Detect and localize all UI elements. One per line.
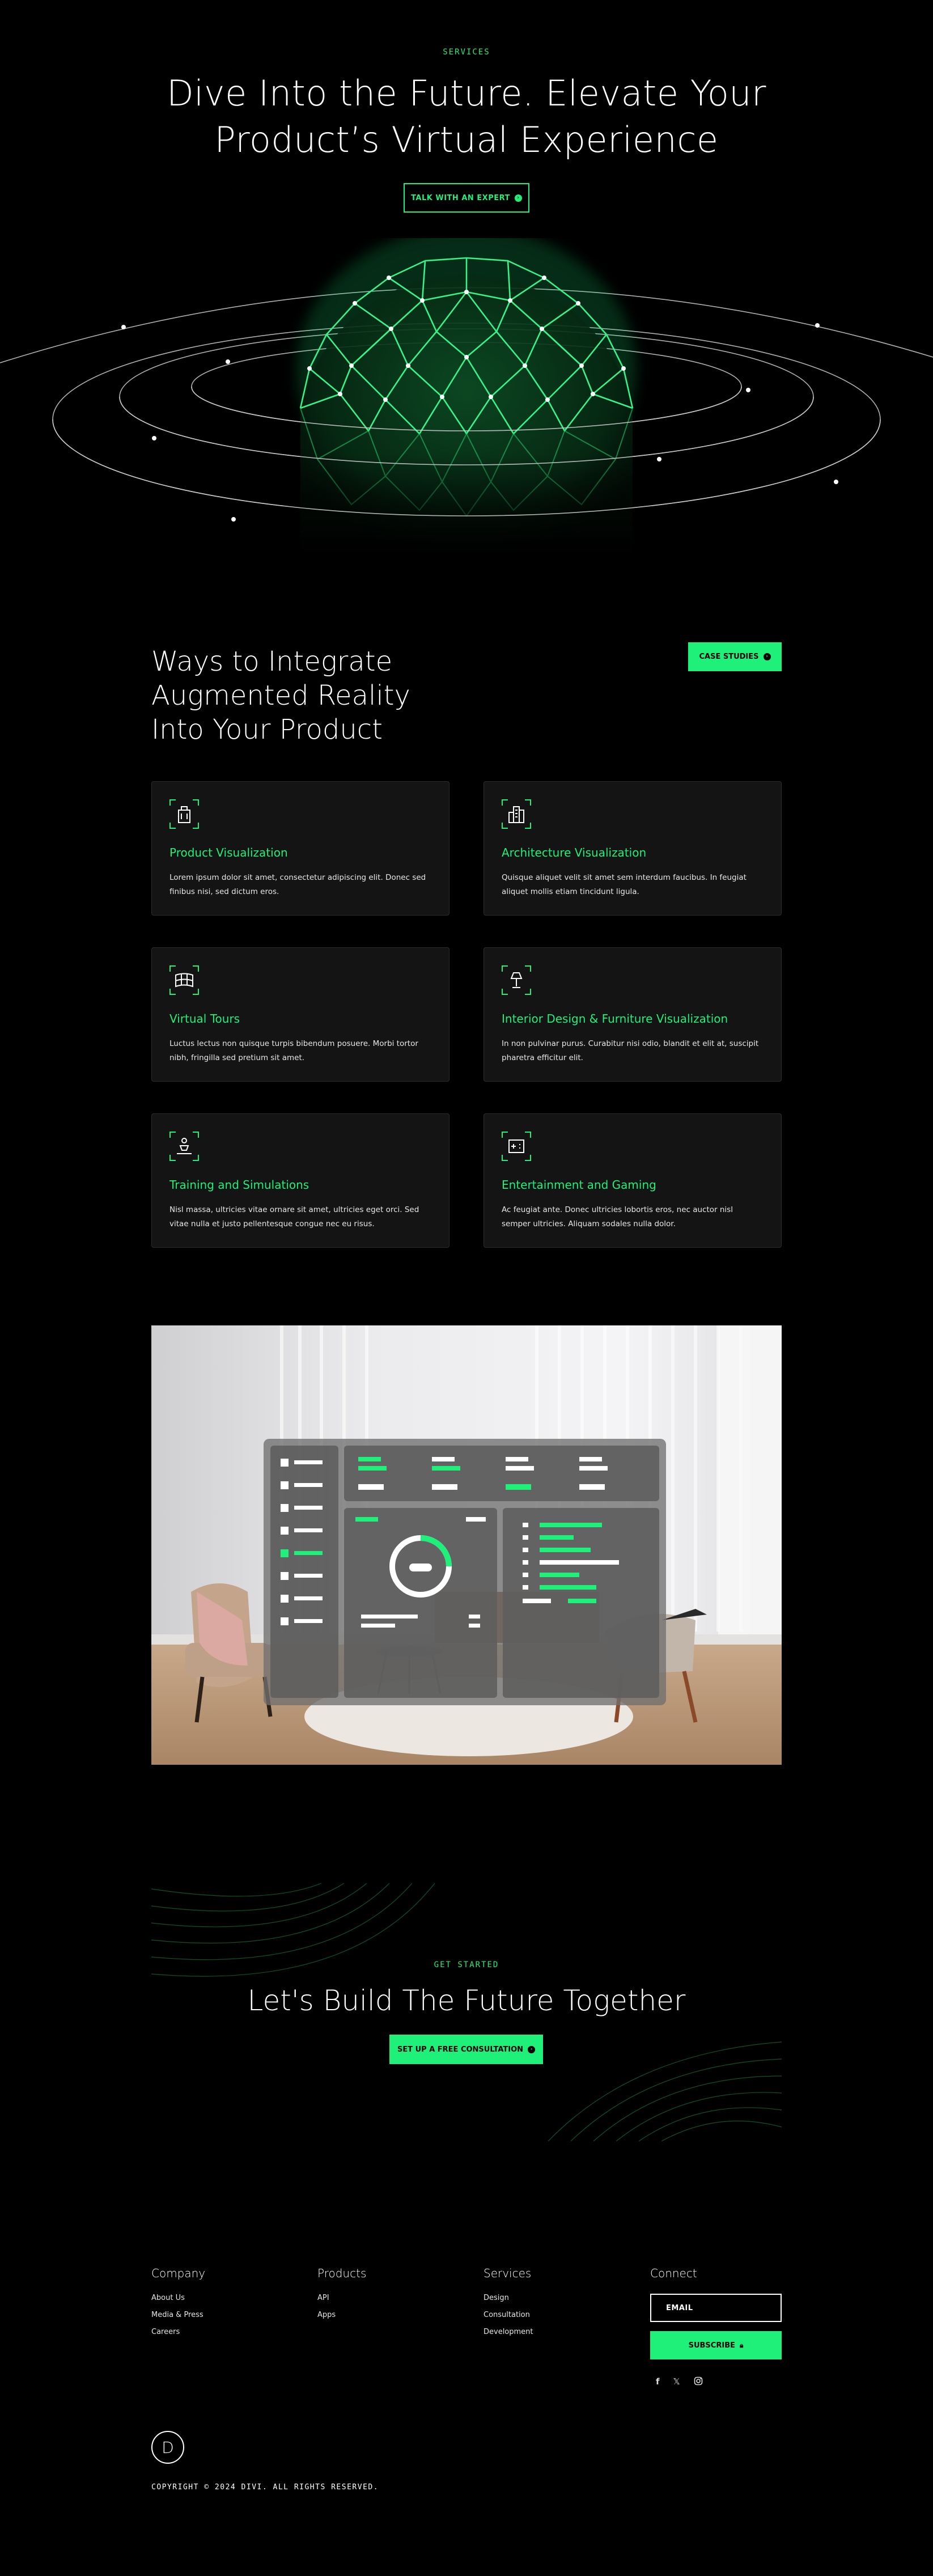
arrow-circle-icon: › [528, 2045, 536, 2053]
talk-with-expert-button[interactable]: TALK WITH AN EXPERT › [404, 183, 529, 213]
card-title: Product Visualization [169, 846, 288, 859]
product-icon [169, 799, 199, 829]
card-text: Lorem ipsum dolor sit amet, consectetur … [169, 873, 426, 896]
arrow-circle-icon: › [763, 653, 771, 660]
card-title: Virtual Tours [169, 1012, 240, 1026]
ar-title-line-2: Augmented Reality [151, 680, 410, 711]
card-text: In non pulvinar purus. Curabitur nisi od… [502, 1039, 759, 1062]
card-interior-design[interactable]: Interior Design & Furniture Visualizatio… [484, 947, 782, 1082]
ar-dashboard-overlay [264, 1439, 666, 1705]
card-text: Nisl massa, ultricies vitae ornare sit a… [169, 1205, 419, 1228]
hero-eyebrow: SERVICES [443, 48, 490, 57]
hero-title: Dive Into the Future. Elevate Your Produ… [0, 70, 933, 163]
hero-title-line-1: Dive Into the Future. Elevate Your [166, 73, 767, 114]
card-virtual-tours[interactable]: Virtual Tours Luctus lectus non quisque … [151, 947, 449, 1082]
footer-heading: Services [484, 2266, 532, 2280]
panorama-icon [169, 965, 199, 995]
buildings-icon [502, 799, 531, 829]
footer-link-consultation[interactable]: Consultation [484, 2311, 533, 2319]
footer-link-api[interactable]: API [317, 2294, 366, 2302]
footer-column-connect: Connect EMAIL SUBSCRIBE 🔒︎ f 𝕏 [650, 2266, 782, 2388]
card-title: Training and Simulations [169, 1178, 309, 1192]
footer-heading: Connect [650, 2266, 697, 2280]
ar-title-line-3: Into Your Product [151, 714, 383, 745]
lock-icon: 🔒︎ [739, 2341, 744, 2349]
lamp-icon [502, 965, 531, 995]
social-links: f 𝕏 [656, 2376, 782, 2388]
instagram-icon[interactable] [694, 2376, 703, 2388]
subscribe-label: SUBSCRIBE [688, 2341, 735, 2350]
footer-column-company: Company About Us Media & Press Careers [151, 2266, 205, 2336]
ar-title-line-1: Ways to Integrate [151, 646, 393, 677]
card-training-simulations[interactable]: Training and Simulations Nisl massa, ult… [151, 1113, 449, 1248]
arrow-circle-icon: › [514, 194, 522, 202]
footer-heading: Company [151, 2266, 206, 2280]
trainer-icon [169, 1132, 199, 1161]
card-text: Quisque aliquet velit sit amet sem inter… [502, 873, 747, 896]
free-consultation-label: SET UP A FREE CONSULTATION [397, 2045, 524, 2054]
card-text: Ac feugiat ante. Donec ultricies loborti… [502, 1205, 733, 1228]
card-title: Entertainment and Gaming [502, 1178, 656, 1192]
card-product-visualization[interactable]: Product Visualization Lorem ipsum dolor … [151, 781, 449, 916]
subscribe-button[interactable]: SUBSCRIBE 🔒︎ [650, 2331, 782, 2359]
card-text: Luctus lectus non quisque turpis bibendu… [169, 1039, 418, 1062]
cta-title: Let's Build The Future Together [247, 1984, 686, 2017]
hero-title-line-2: Product’s Virtual Experience [214, 119, 719, 160]
copyright-text: COPYRIGHT © 2024 DIVI. ALL RIGHTS RESERV… [151, 2483, 379, 2492]
email-input[interactable]: EMAIL [650, 2294, 782, 2322]
facebook-icon[interactable]: f [656, 2376, 660, 2388]
free-consultation-button[interactable]: SET UP A FREE CONSULTATION › [389, 2035, 543, 2064]
footer-column-products: Products API Apps [317, 2266, 366, 2319]
footer-link-careers[interactable]: Careers [151, 2328, 205, 2336]
ar-section-title: Ways to Integrate Augmented Reality Into… [151, 645, 410, 747]
footer-column-services: Services Design Consultation Development [484, 2266, 533, 2336]
footer-link-about-us[interactable]: About Us [151, 2294, 205, 2302]
x-icon[interactable]: 𝕏 [673, 2376, 680, 2388]
cta-eyebrow: GET STARTED [434, 1960, 499, 1969]
card-title: Interior Design & Furniture Visualizatio… [502, 1012, 728, 1026]
card-entertainment-gaming[interactable]: Entertainment and Gaming Ac feugiat ante… [484, 1113, 782, 1248]
card-title: Architecture Visualization [502, 846, 647, 859]
geodesic-sphere-illustration [0, 238, 933, 556]
talk-with-expert-label: TALK WITH AN EXPERT [411, 193, 510, 202]
divi-logo[interactable]: D [151, 2431, 184, 2464]
footer-link-development[interactable]: Development [484, 2328, 533, 2336]
case-studies-button[interactable]: CASE STUDIES › [688, 642, 782, 671]
ar-room-image [151, 1325, 782, 1765]
case-studies-label: CASE STUDIES [699, 653, 759, 661]
footer-link-media-press[interactable]: Media & Press [151, 2311, 205, 2319]
card-architecture-visualization[interactable]: Architecture Visualization Quisque aliqu… [484, 781, 782, 916]
footer-heading: Products [317, 2266, 367, 2280]
gamepad-icon [502, 1132, 531, 1161]
footer-link-design[interactable]: Design [484, 2294, 533, 2302]
footer-link-apps[interactable]: Apps [317, 2311, 366, 2319]
